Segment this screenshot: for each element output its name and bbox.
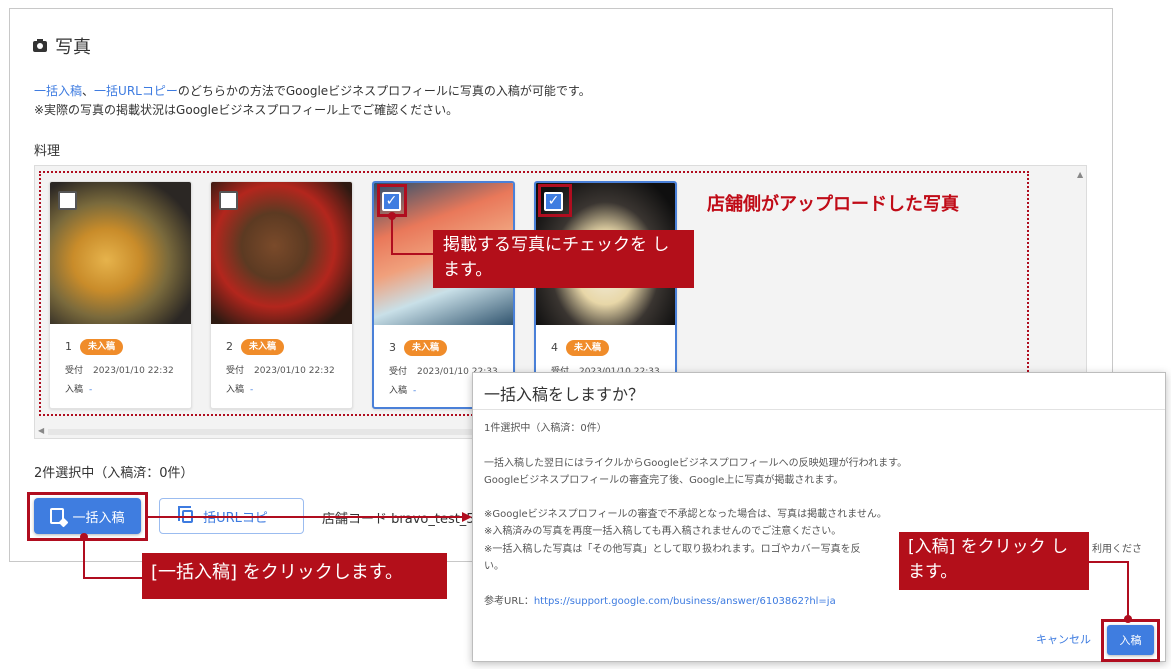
checkbox-highlight — [377, 184, 407, 217]
check-callout: 掲載する写真にチェックを します。 — [433, 230, 694, 288]
store-code: 店舗コード bravo_test_5 — [322, 512, 475, 527]
selected-count: 2件選択中（入稿済：0件） — [34, 466, 194, 481]
section-header: 写真 — [33, 36, 91, 58]
description-line-2: ※実際の写真の掲載状況はGoogleビジネスプロフィール上でご確認ください。 — [34, 103, 459, 117]
copy-icon — [178, 505, 194, 523]
cancel-button[interactable]: キャンセル — [1036, 631, 1091, 647]
bulk-post-link[interactable]: 一括入稿 — [34, 84, 82, 98]
bulk-callout: [一括入稿] をクリックします。 — [142, 553, 447, 599]
dialog-text: ※一括入稿した写真は「その他写真」として取り扱われます。ロゴやカバー写真を反 — [484, 544, 861, 555]
bulk-post-label: 一括入稿 — [72, 510, 125, 526]
bulk-url-copy-button[interactable]: 括URLコピー — [159, 498, 304, 534]
bulk-url-copy-link[interactable]: 一括URLコピー — [94, 84, 178, 98]
submit-callout: [入稿] をクリック します。 — [899, 532, 1089, 590]
scroll-left-arrow-icon[interactable]: ◀ — [38, 426, 44, 435]
dialog-text: い。 — [484, 561, 504, 572]
dialog-reference: 参考URL：https://support.google.com/busines… — [484, 592, 836, 607]
camera-icon — [33, 38, 47, 52]
desc-separator: 、 — [82, 84, 95, 98]
dialog-text: ※入稿済みの写真を再度一括入稿しても再入稿されませんのでご注意ください。 — [484, 526, 842, 537]
section-title: 写真 — [55, 37, 91, 58]
bulk-post-button[interactable]: 一括入稿 — [34, 498, 141, 534]
dialog-text-tail: 利用くださ — [1092, 544, 1142, 555]
checkbox-highlight — [538, 184, 572, 217]
description-line-1: 一括入稿、一括URLコピーのどちらかの方法でGoogleビジネスプロフィールに写… — [34, 82, 591, 99]
dialog-text: Googleビジネスプロフィールの審査完了後、Google上に写真が掲載されます… — [484, 475, 844, 486]
dialog-divider — [473, 409, 1165, 410]
dialog-text: 一括入稿した翌日にはライクルからGoogleビジネスプロフィールへの反映処理が行… — [484, 458, 908, 469]
scroll-up-arrow-icon[interactable]: ▲ — [1077, 170, 1083, 179]
reference-link[interactable]: https://support.google.com/business/answ… — [534, 596, 836, 607]
edit-document-icon — [50, 508, 65, 524]
url-copy-label: 括URLコピー — [203, 510, 281, 526]
dialog-text: ※Googleビジネスプロフィールの審査で不承認となった場合は、写真は掲載されま… — [484, 509, 887, 520]
reference-label: 参考URL： — [484, 596, 534, 607]
dialog-title: 一括入稿をしますか？ — [484, 385, 645, 404]
uploaded-photos-label: 店舗側がアップロードした写真 — [707, 194, 959, 215]
category-label: 料理 — [34, 144, 61, 159]
desc-rest: のどちらかの方法でGoogleビジネスプロフィールに写真の入稿が可能です。 — [177, 84, 591, 98]
submit-button[interactable]: 入稿 — [1107, 625, 1154, 655]
dialog-selected-count: 1件選択中（入稿済：0件） — [484, 423, 607, 434]
